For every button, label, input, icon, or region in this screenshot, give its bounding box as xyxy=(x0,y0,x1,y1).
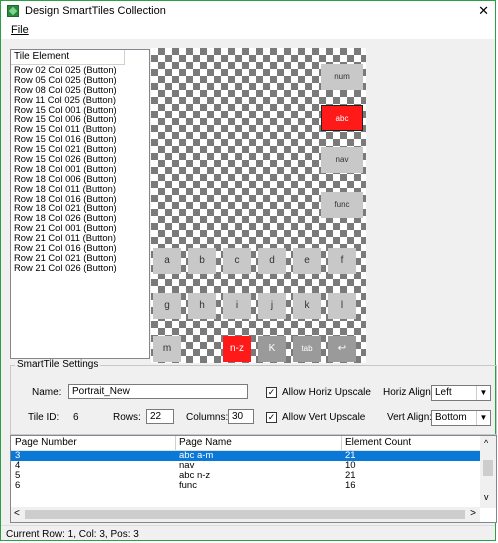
table-row[interactable]: 3 abc a-m 21 xyxy=(11,451,481,461)
tile-func[interactable]: func xyxy=(321,192,363,218)
scroll-up-icon[interactable]: ^ xyxy=(484,438,488,448)
menu-file-label: File xyxy=(11,24,29,36)
table-row[interactable]: 4 nav 10 xyxy=(11,461,481,471)
tile-layout-preview[interactable]: num abc nav func a b c d e f g h i j k l… xyxy=(151,48,366,363)
name-label: Name: xyxy=(32,387,62,398)
scroll-left-icon[interactable]: < xyxy=(14,508,20,519)
tile-abc[interactable]: abc xyxy=(321,105,363,131)
allow-horiz-checkbox[interactable]: ✓ xyxy=(266,387,277,398)
pages-table-header: Page Number Page Name Element Count xyxy=(11,436,496,451)
tile-m[interactable]: m xyxy=(153,336,181,362)
scroll-down-icon[interactable]: v xyxy=(484,492,489,502)
allow-vert-label: Allow Vert Upscale xyxy=(282,412,366,423)
name-input[interactable]: Portrait_New xyxy=(68,384,248,399)
chevron-down-icon: ▼ xyxy=(476,411,490,425)
tile-nav[interactable]: nav xyxy=(321,147,363,173)
tile-b[interactable]: b xyxy=(188,248,216,274)
vert-align-label: Vert Align: xyxy=(387,412,433,423)
allow-horiz-label: Allow Horiz Upscale xyxy=(282,387,371,398)
tile-l[interactable]: l xyxy=(328,293,356,319)
title-bar: Design SmartTiles Collection ✕ xyxy=(1,1,495,21)
tile-a[interactable]: a xyxy=(153,248,181,274)
horiz-align-label: Horiz Align: xyxy=(383,387,434,398)
tile-n-z[interactable]: n-z xyxy=(223,336,251,362)
columns-label: Columns: xyxy=(186,412,229,423)
columns-input[interactable]: 30 xyxy=(228,409,254,424)
col-page-number[interactable]: Page Number xyxy=(15,437,77,448)
rows-input[interactable]: 22 xyxy=(146,409,174,424)
app-icon xyxy=(7,5,19,17)
status-bar: Current Row: 1, Col: 3, Pos: 3 xyxy=(1,525,495,542)
rows-label: Rows: xyxy=(113,412,141,423)
scroll-thumb[interactable] xyxy=(483,460,493,476)
tile-element-list[interactable]: Tile Element Row 02 Col 025 (Button) Row … xyxy=(10,49,150,359)
menu-bar: File xyxy=(1,21,495,39)
horizontal-scrollbar[interactable]: < > xyxy=(11,507,480,522)
tile-id-value: 6 xyxy=(73,412,79,423)
vert-align-select[interactable]: Bottom ▼ xyxy=(431,410,491,426)
pages-table[interactable]: Page Number Page Name Element Count 3 abc… xyxy=(10,435,497,523)
allow-vert-checkbox[interactable]: ✓ xyxy=(266,412,277,423)
tile-f[interactable]: f xyxy=(328,248,356,274)
col-separator[interactable] xyxy=(341,436,342,450)
tile-e[interactable]: e xyxy=(293,248,321,274)
tile-g[interactable]: g xyxy=(153,293,181,319)
col-element-count[interactable]: Element Count xyxy=(345,437,411,448)
table-row[interactable]: 6 func 16 xyxy=(11,481,481,491)
tile-num[interactable]: num xyxy=(321,64,363,90)
tile-j[interactable]: j xyxy=(258,293,286,319)
status-text: Current Row: 1, Col: 3, Pos: 3 xyxy=(6,529,139,540)
tile-element-items: Row 02 Col 025 (Button) Row 05 Col 025 (B… xyxy=(11,65,149,273)
table-cell-name: func xyxy=(179,480,197,491)
scroll-right-icon[interactable]: > xyxy=(470,508,476,519)
tile-c[interactable]: c xyxy=(223,248,251,274)
close-icon[interactable]: ✕ xyxy=(478,3,489,19)
smarttile-settings-group xyxy=(10,365,497,435)
tile-d[interactable]: d xyxy=(258,248,286,274)
tile-k[interactable]: k xyxy=(293,293,321,319)
tile-element-header[interactable]: Tile Element xyxy=(11,50,125,65)
settings-group-label: SmartTile Settings xyxy=(15,359,101,370)
tile-h[interactable]: h xyxy=(188,293,216,319)
tile-tab[interactable]: tab xyxy=(293,336,321,362)
main-window: Design SmartTiles Collection ✕ File Tile… xyxy=(0,0,497,542)
horiz-align-select[interactable]: Left ▼ xyxy=(431,385,491,401)
chevron-down-icon: ▼ xyxy=(476,386,490,400)
horiz-align-value: Left xyxy=(435,387,452,398)
table-cell-num: 6 xyxy=(15,480,21,491)
window-title: Design SmartTiles Collection xyxy=(25,5,166,17)
scroll-thumb[interactable] xyxy=(25,510,465,519)
tile-i[interactable]: i xyxy=(223,293,251,319)
first-page-icon[interactable]: K xyxy=(258,336,286,362)
col-separator[interactable] xyxy=(175,436,176,450)
list-item[interactable]: Row 21 Col 026 (Button) xyxy=(11,262,149,273)
vert-align-value: Bottom xyxy=(435,412,467,423)
tile-id-label: Tile ID: xyxy=(28,412,60,423)
enter-arrow-icon[interactable]: ↩ xyxy=(328,336,356,362)
menu-file[interactable]: File xyxy=(11,24,29,36)
table-cell-count: 16 xyxy=(345,480,356,491)
col-page-name[interactable]: Page Name xyxy=(179,437,232,448)
table-row[interactable]: 5 abc n-z 21 xyxy=(11,471,481,481)
vertical-scrollbar[interactable]: ^ v xyxy=(480,436,496,508)
